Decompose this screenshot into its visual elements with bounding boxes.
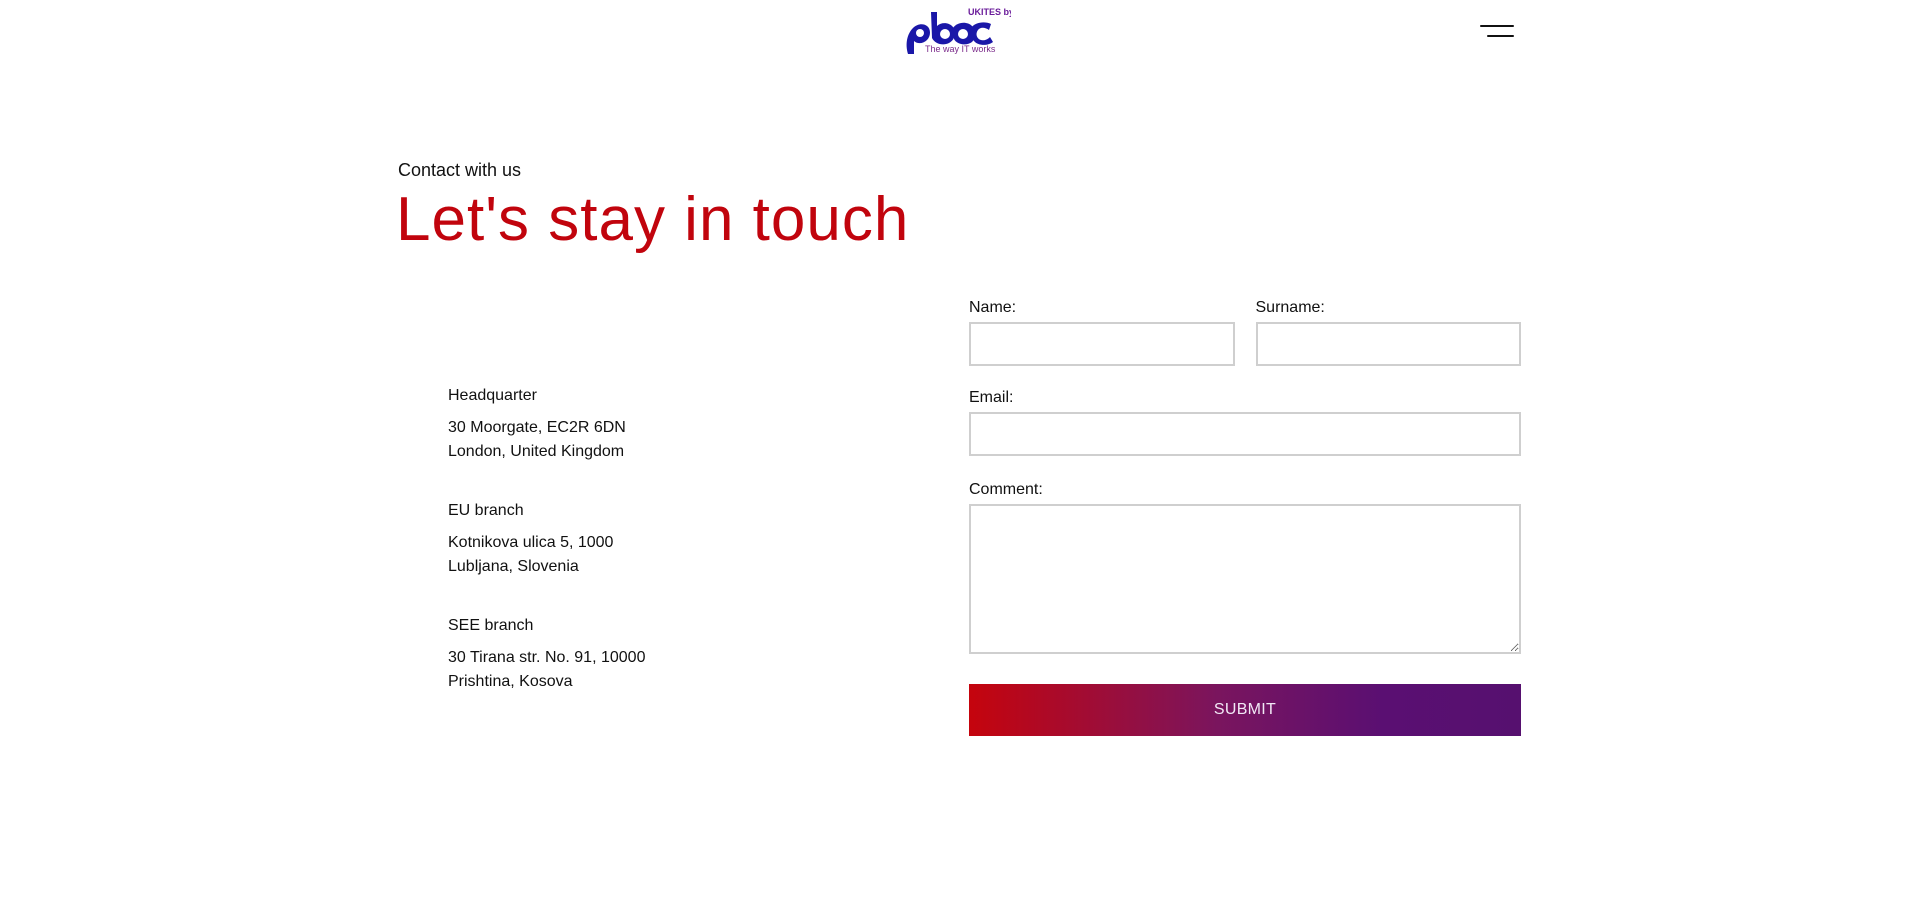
- office-address-line1: Kotnikova ulica 5, 1000: [448, 534, 614, 551]
- office-address-line2: Prishtina, Kosova: [448, 673, 573, 690]
- name-group: Name:: [969, 298, 1235, 366]
- contact-page: UKITES by The way IT works Contact with …: [0, 0, 1915, 898]
- email-input[interactable]: [969, 412, 1521, 456]
- name-label: Name:: [969, 299, 1017, 316]
- office-name: EU branch: [448, 502, 524, 519]
- office-address-line1: 30 Tirana str. No. 91, 10000: [448, 649, 646, 666]
- office-see-branch: SEE branch 30 Tirana str. No. 91, 10000 …: [448, 616, 868, 694]
- office-list: Headquarter 30 Moorgate, EC2R 6DN London…: [448, 386, 868, 731]
- logo-tagline: The way IT works: [925, 44, 996, 54]
- office-address-line2: Lubljana, Slovenia: [448, 558, 579, 575]
- contact-form: Name: Surname: Email: Comment: SUBMIT: [969, 298, 1521, 736]
- menu-line-bottom: [1487, 35, 1514, 37]
- email-label: Email:: [969, 389, 1014, 406]
- name-input[interactable]: [969, 322, 1235, 366]
- office-name: Headquarter: [448, 387, 537, 404]
- surname-group: Surname:: [1255, 298, 1521, 366]
- office-address-line1: 30 Moorgate, EC2R 6DN: [448, 419, 626, 436]
- surname-label: Surname:: [1255, 299, 1325, 316]
- logo-graphic: UKITES by The way IT works: [906, 7, 1011, 54]
- office-headquarter: Headquarter 30 Moorgate, EC2R 6DN London…: [448, 386, 868, 464]
- office-name: SEE branch: [448, 617, 534, 634]
- page-title: Let's stay in touch: [396, 185, 910, 254]
- name-row: Name: Surname:: [969, 298, 1521, 366]
- comment-label: Comment:: [969, 481, 1043, 498]
- logo-top-text: UKITES by: [968, 7, 1011, 17]
- company-logo[interactable]: UKITES by The way IT works: [905, 4, 1011, 56]
- submit-button[interactable]: SUBMIT: [969, 684, 1521, 736]
- hamburger-menu-icon[interactable]: [1478, 22, 1514, 44]
- comment-textarea[interactable]: [969, 504, 1521, 654]
- office-address-line2: London, United Kingdom: [448, 443, 625, 460]
- surname-input[interactable]: [1255, 322, 1521, 366]
- section-eyebrow: Contact with us: [398, 160, 522, 180]
- menu-line-top: [1480, 25, 1514, 27]
- office-eu-branch: EU branch Kotnikova ulica 5, 1000 Lublja…: [448, 501, 868, 579]
